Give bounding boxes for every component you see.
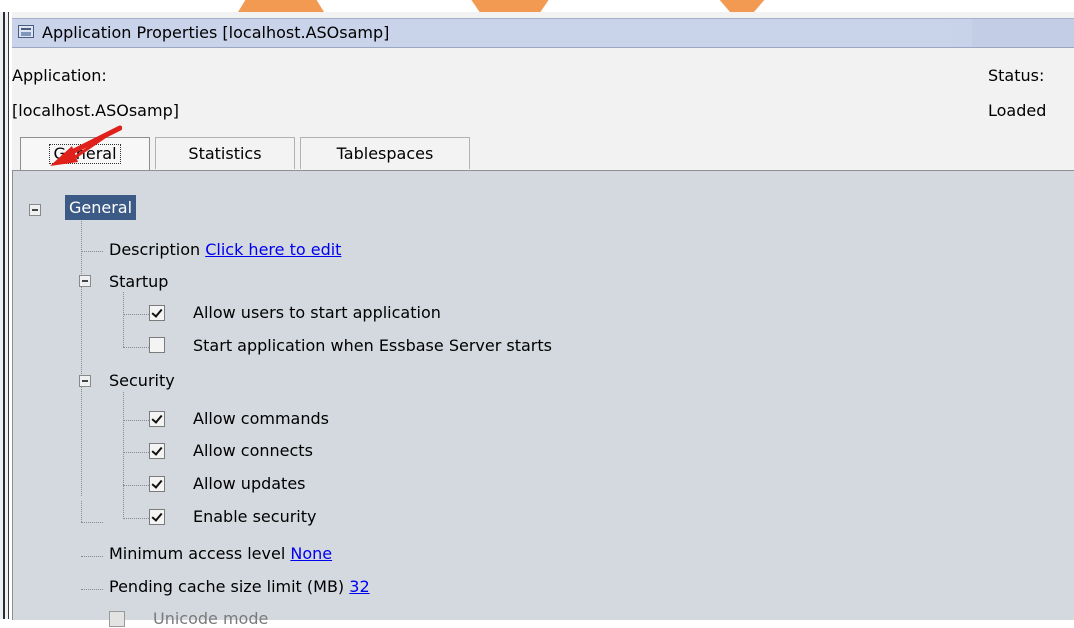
allow-connects-label: Allow connects: [193, 441, 313, 460]
tree-connector: [81, 522, 103, 523]
collapse-security-icon[interactable]: [79, 375, 91, 387]
description-row: Description Click here to edit: [109, 240, 341, 259]
enable-security-checkbox[interactable]: [149, 509, 165, 525]
tree-connector: [123, 292, 124, 347]
pending-cache-link[interactable]: 32: [349, 577, 369, 596]
allow-updates-checkbox[interactable]: [149, 476, 165, 492]
status-label: Status:: [988, 66, 1045, 85]
orange-shape: [238, 0, 324, 12]
annotation-arrow-icon: [50, 125, 122, 166]
minimum-access-link[interactable]: None: [290, 544, 332, 563]
top-banner-fragment: [0, 0, 1074, 12]
properties-tree: General Description Click here to edit S…: [12, 170, 1074, 628]
enable-security-label: Enable security: [193, 507, 317, 526]
tree-connector: [123, 485, 149, 486]
minimum-access-label: Minimum access level: [109, 544, 286, 563]
title-bar-right-block: [972, 19, 1074, 47]
start-with-server-label: Start application when Essbase Server st…: [193, 336, 552, 355]
description-label: Description: [109, 240, 201, 259]
tree-connector: [123, 452, 149, 453]
window-left-border: [0, 12, 9, 619]
window-icon: [18, 25, 34, 38]
tab-tablespaces[interactable]: Tablespaces: [300, 137, 470, 169]
tree-connector: [123, 518, 149, 519]
tree-connector: [81, 556, 103, 557]
status-value: Loaded: [988, 101, 1047, 120]
pending-cache-label: Pending cache size limit (MB): [109, 577, 345, 596]
minimum-access-row: Minimum access level None: [109, 544, 332, 563]
tree-connector: [81, 501, 82, 522]
allow-connects-checkbox[interactable]: [149, 443, 165, 459]
orange-shape: [470, 0, 550, 12]
tree-connector: [123, 392, 124, 519]
application-value: [localhost.ASOsamp]: [12, 101, 179, 120]
description-edit-link[interactable]: Click here to edit: [205, 240, 341, 259]
window-frame-line: [3, 12, 5, 619]
title-bar: Application Properties [localhost.ASOsam…: [12, 18, 1074, 48]
pending-cache-row: Pending cache size limit (MB) 32: [109, 577, 370, 596]
window-title: Application Properties [localhost.ASOsam…: [42, 23, 390, 42]
tab-statistics[interactable]: Statistics: [155, 137, 295, 169]
allow-commands-label: Allow commands: [193, 409, 329, 428]
collapse-general-icon[interactable]: [29, 204, 41, 216]
application-label: Application:: [12, 66, 107, 85]
tree-node-general[interactable]: General: [65, 195, 137, 220]
application-properties-panel: Application Properties [localhost.ASOsam…: [12, 12, 1074, 628]
start-with-server-checkbox[interactable]: [149, 337, 165, 353]
tree-node-startup[interactable]: Startup: [109, 272, 168, 291]
allow-users-start-checkbox[interactable]: [149, 305, 165, 321]
collapse-startup-icon[interactable]: [79, 275, 91, 287]
tree-connector: [81, 589, 103, 590]
allow-updates-label: Allow updates: [193, 474, 306, 493]
unicode-mode-checkbox: [109, 611, 125, 627]
orange-shape: [718, 0, 766, 12]
allow-commands-checkbox[interactable]: [149, 411, 165, 427]
tree-node-security[interactable]: Security: [109, 371, 175, 390]
allow-users-start-label: Allow users to start application: [193, 303, 441, 322]
tree-connector: [123, 420, 149, 421]
tree-connector: [123, 347, 149, 348]
tree-connector: [81, 251, 103, 252]
tree-connector: [123, 314, 149, 315]
tree-connector: [81, 206, 82, 496]
